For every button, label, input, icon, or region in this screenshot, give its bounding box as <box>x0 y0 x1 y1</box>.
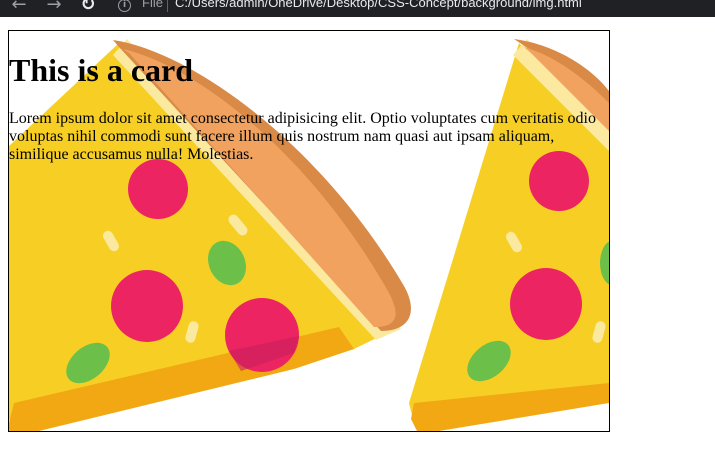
card-title: This is a card <box>9 52 194 88</box>
back-arrow-icon[interactable]: ← <box>8 0 30 16</box>
browser-toolbar: ← → ↻ i File C:/Users/admin/OneDrive/Des… <box>0 0 715 17</box>
card-content: This is a card Lorem ipsum dolor sit ame… <box>9 52 609 164</box>
address-bar[interactable]: i File C:/Users/admin/OneDrive/Desktop/C… <box>108 0 715 17</box>
address-divider <box>167 0 168 12</box>
card-body-text: Lorem ipsum dolor sit amet consectetur a… <box>9 110 596 163</box>
url-text[interactable]: C:/Users/admin/OneDrive/Desktop/CSS-Conc… <box>175 0 582 10</box>
info-icon[interactable]: i <box>118 0 131 12</box>
scheme-label: File <box>142 0 163 10</box>
card: This is a card Lorem ipsum dolor sit ame… <box>8 30 610 432</box>
forward-arrow-icon[interactable]: → <box>43 0 65 16</box>
reload-icon[interactable]: ↻ <box>77 0 99 16</box>
